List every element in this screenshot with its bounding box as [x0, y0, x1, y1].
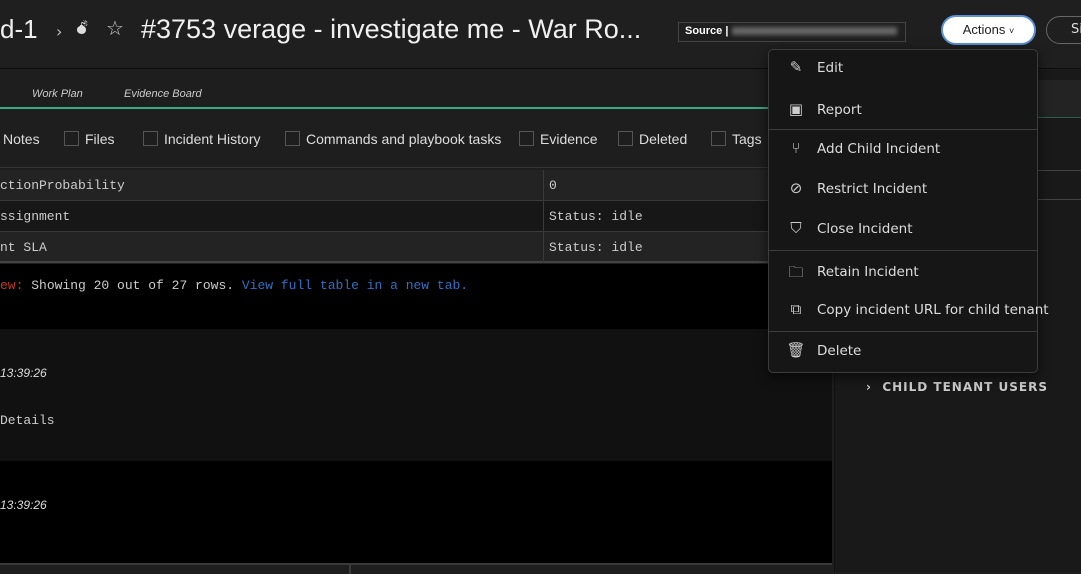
view-full-table-link[interactable]: View full table in a new tab.: [242, 278, 468, 293]
row-key: ssignment: [0, 209, 71, 224]
menu-item-edit[interactable]: ✎ Edit: [769, 54, 1037, 84]
source-value-redacted: [732, 27, 898, 36]
entry: 13:39:26 Details: [0, 329, 832, 461]
tab-work-plan[interactable]: Work Plan: [32, 88, 83, 100]
filter-commands[interactable]: Commands and playbook tasks: [285, 131, 501, 147]
table-row: ssignment Status: idle: [0, 201, 834, 232]
star-icon[interactable]: ☆: [106, 16, 124, 40]
menu-label: Add Child Incident: [817, 141, 941, 157]
entry-time: 13:39:26: [0, 366, 47, 380]
checkbox[interactable]: [143, 131, 158, 146]
menu-divider: [769, 331, 1037, 332]
restrict-icon: ⊘: [789, 179, 803, 197]
report-icon: ▣: [788, 100, 804, 118]
child-tenant-users-section[interactable]: › CHILD TENANT USERS: [866, 380, 1048, 394]
filter-label: Evidence: [540, 131, 598, 147]
row-value: 0: [543, 170, 562, 201]
filter-label: Incident History: [164, 131, 261, 147]
bomb-icon: 💣︎: [76, 18, 88, 39]
menu-divider: [769, 250, 1037, 251]
actions-menu: ✎ Edit ▣ Report ⑂ Add Child Incident ⊘ Restr…: [768, 49, 1049, 373]
entry-time: 13:39:26: [0, 498, 47, 512]
source-badge: Source |: [678, 22, 906, 42]
pencil-icon: ✎: [789, 58, 803, 76]
filter-files[interactable]: Files: [64, 131, 115, 147]
filter-incident-history[interactable]: Incident History: [143, 131, 260, 147]
menu-label: Copy incident URL for child tenant: [817, 302, 1049, 318]
menu-label: Restrict Incident: [817, 181, 928, 197]
filter-deleted[interactable]: Deleted: [618, 131, 687, 147]
filter-label: Deleted: [639, 131, 688, 147]
bottom-bar: [0, 563, 832, 574]
filter-tags[interactable]: Tags: [711, 131, 762, 147]
menu-item-report[interactable]: ▣ Report: [769, 96, 1037, 126]
menu-label: Report: [817, 102, 862, 118]
menu-item-close-incident[interactable]: ⛉ Close Incident: [769, 215, 1037, 245]
filter-label: Tags: [732, 131, 762, 147]
filter-label: Files: [85, 131, 115, 147]
breadcrumb-separator: ›: [56, 22, 63, 41]
menu-item-restrict-incident[interactable]: ⊘ Restrict Incident: [769, 175, 1037, 205]
menu-divider: [769, 129, 1037, 130]
entry-text: Details: [0, 413, 55, 428]
menu-label: Edit: [817, 60, 844, 76]
menu-item-copy-url[interactable]: ⧉ Copy incident URL for child tenant: [769, 296, 1049, 326]
entry: 13:39:26: [0, 461, 832, 563]
menu-item-retain-incident[interactable]: 🗀 Retain Incident: [769, 258, 1037, 288]
folder-lock-icon: 🗀: [788, 263, 804, 281]
row-value: Status: idle: [543, 201, 648, 232]
checkbox[interactable]: [618, 131, 633, 146]
tab-evidence-board[interactable]: Evidence Board: [124, 88, 202, 100]
preview-block: ew: Showing 20 out of 27 rows. View full…: [0, 264, 832, 329]
checkbox[interactable]: [64, 131, 79, 146]
table-row: nt SLA Status: idle: [0, 232, 834, 263]
trash-icon: 🗑: [786, 341, 806, 359]
menu-label: Delete: [817, 343, 862, 359]
row-key: nt SLA: [0, 240, 47, 255]
filter-label: Commands and playbook tasks: [306, 131, 502, 147]
menu-label: Close Incident: [817, 221, 913, 237]
checkbox[interactable]: [519, 131, 534, 146]
preview-prefix: ew:: [0, 278, 24, 293]
copy-icon: ⧉: [790, 300, 802, 318]
menu-label: Retain Incident: [817, 264, 919, 280]
source-label: Source |: [685, 25, 729, 37]
menu-item-add-child-incident[interactable]: ⑂ Add Child Incident: [769, 135, 1037, 165]
next-button[interactable]: Si: [1046, 16, 1081, 44]
filter-notes[interactable]: Notes: [3, 131, 40, 147]
section-label: CHILD TENANT USERS: [882, 380, 1048, 394]
page-title: #3753 verage - investigate me - War Ro..…: [141, 14, 642, 44]
branch-icon: ⑂: [791, 139, 801, 157]
checkbox[interactable]: [711, 131, 726, 146]
preview-text: Showing 20 out of 27 rows.: [31, 278, 235, 293]
actions-label: Actions: [962, 22, 1006, 37]
filter-bar: Notes Files Incident History Commands an…: [0, 111, 834, 168]
row-value: Status: idle: [543, 232, 648, 263]
row-key: ctionProbability: [0, 178, 125, 193]
chevron-down-icon: ˅: [1009, 26, 1015, 36]
checkbox[interactable]: [285, 131, 300, 146]
chevron-right-icon: ›: [866, 380, 872, 394]
actions-button[interactable]: Actions ˅: [941, 15, 1036, 45]
tab-bar: Work Plan Evidence Board: [0, 70, 834, 109]
table-row: ctionProbability 0: [0, 170, 834, 201]
filter-evidence[interactable]: Evidence: [519, 131, 598, 147]
shield-check-icon: ⛉: [790, 219, 802, 237]
breadcrumb[interactable]: d-1: [0, 14, 38, 45]
menu-item-delete[interactable]: 🗑 Delete: [769, 337, 1037, 367]
